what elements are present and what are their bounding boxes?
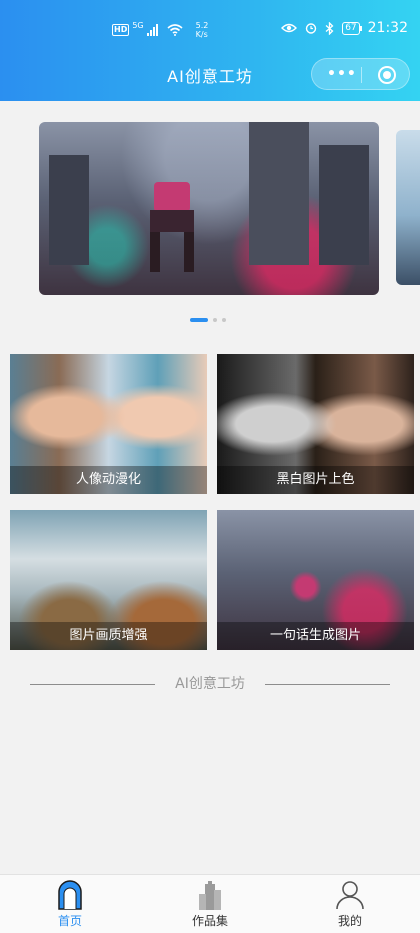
status-bar: HD 5G 5.2 K/s 67 21:32	[0, 18, 420, 42]
tab-label: 首页	[57, 914, 82, 928]
eye-icon	[281, 23, 298, 33]
alarm-icon	[305, 23, 317, 34]
miniprogram-capsule: •••	[311, 58, 410, 90]
clock: 21:32	[367, 20, 408, 36]
banner-building	[249, 122, 309, 265]
indicator-dot-active	[190, 318, 208, 322]
feature-card-colorize[interactable]: 黑白图片上色	[217, 354, 414, 494]
banner-robot	[144, 182, 200, 272]
network-type: 5G	[132, 21, 144, 30]
feature-card-text-to-image[interactable]: 一句话生成图片	[217, 510, 414, 650]
app-header: HD 5G 5.2 K/s 67 21:32 AI创意工坊 •••	[0, 0, 420, 101]
feature-card-label: 图片画质增强	[10, 622, 207, 650]
tab-label: 作品集	[191, 914, 228, 928]
banner-slide-robot-city[interactable]	[39, 122, 379, 295]
wifi-icon	[167, 24, 183, 36]
divider-line-right	[265, 684, 390, 685]
building-icon	[199, 881, 221, 910]
feature-card-anime-portrait[interactable]: 人像动漫化	[10, 354, 207, 494]
indicator-dot	[222, 318, 226, 322]
banner-building	[49, 155, 89, 265]
section-divider: AI创意工坊	[30, 674, 390, 694]
tab-label: 我的	[337, 914, 362, 928]
signal-icon	[146, 24, 158, 36]
carousel-indicator	[190, 318, 226, 322]
more-menu-button[interactable]: •••	[327, 66, 357, 82]
user-icon	[336, 881, 364, 910]
feature-card-label: 人像动漫化	[10, 466, 207, 494]
capsule-divider	[361, 67, 362, 83]
feature-card-enhance[interactable]: 图片画质增强	[10, 510, 207, 650]
home-arch-icon	[58, 880, 82, 910]
tab-home[interactable]: 首页	[0, 875, 140, 933]
bottom-tab-bar: 首页 作品集 我的	[0, 874, 420, 933]
banner-slide-next-peek[interactable]	[396, 130, 420, 285]
tab-profile[interactable]: 我的	[280, 875, 420, 933]
tab-works[interactable]: 作品集	[140, 875, 280, 933]
bluetooth-icon	[325, 21, 334, 35]
indicator-dot	[213, 318, 217, 322]
feature-card-label: 一句话生成图片	[217, 622, 414, 650]
network-speed: 5.2 K/s	[195, 21, 209, 39]
hd-badge: HD	[112, 24, 130, 36]
battery-icon: 67	[342, 21, 363, 35]
feature-card-label: 黑白图片上色	[217, 466, 414, 494]
banner-building	[319, 145, 369, 265]
close-miniprogram-button[interactable]	[378, 66, 396, 84]
